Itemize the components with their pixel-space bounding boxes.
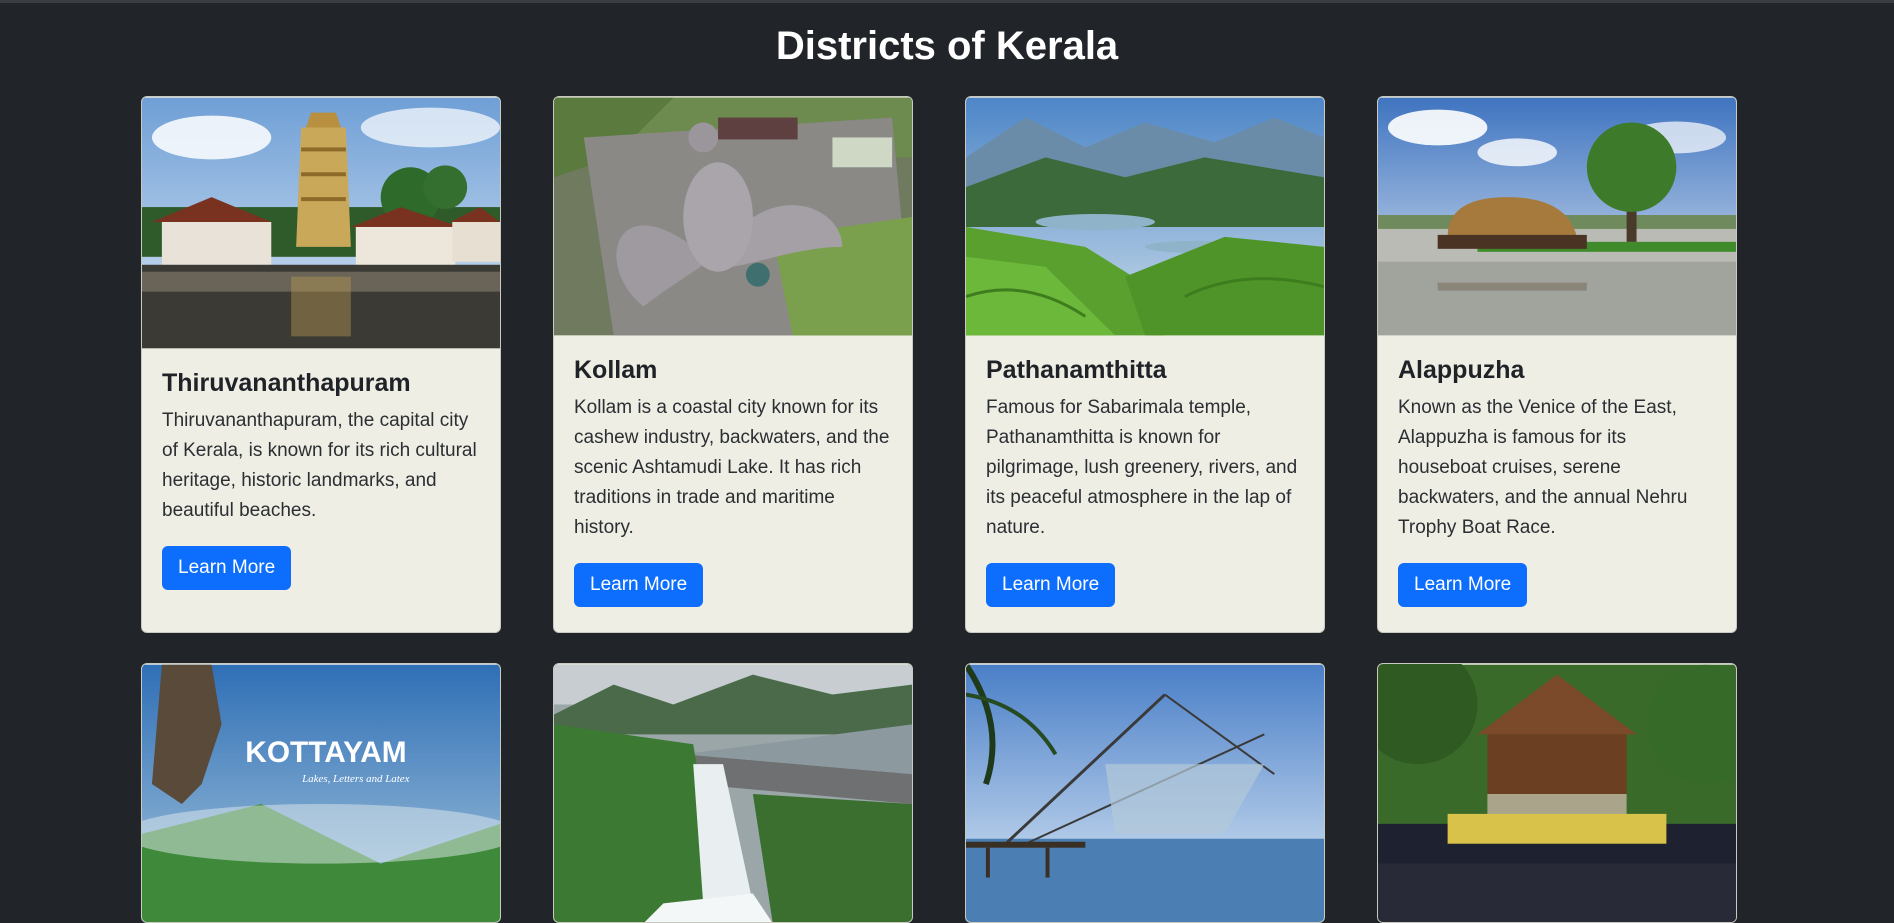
learn-more-button[interactable]: Learn More bbox=[162, 546, 292, 590]
district-card bbox=[965, 663, 1325, 923]
district-card: KOTTAYAM Lakes, Letters and Latex bbox=[141, 663, 501, 923]
kottayam-overlay-title: KOTTAYAM bbox=[245, 736, 406, 769]
learn-more-button[interactable]: Learn More bbox=[986, 563, 1116, 607]
district-card: Kollam Kollam is a coastal city known fo… bbox=[553, 96, 913, 633]
kottayam-poster-image: KOTTAYAM Lakes, Letters and Latex bbox=[142, 664, 500, 922]
bird-sculpture-image bbox=[554, 97, 912, 336]
card-description: Known as the Venice of the East, Alappuz… bbox=[1398, 397, 1688, 538]
card-title: Pathanamthitta bbox=[986, 356, 1167, 384]
temple-festival-image bbox=[1378, 664, 1736, 922]
district-card: Alappuzha Known as the Venice of the Eas… bbox=[1377, 96, 1737, 633]
card-title: Kollam bbox=[574, 356, 658, 384]
page-title: Districts of Kerala bbox=[775, 24, 1119, 68]
card-description: Thiruvananthapuram, the capital city of … bbox=[162, 410, 477, 521]
houseboat-image bbox=[1378, 97, 1736, 336]
tea-hills-image bbox=[966, 97, 1324, 336]
learn-more-button[interactable]: Learn More bbox=[574, 563, 704, 607]
temple-pond-image bbox=[142, 97, 500, 349]
district-card bbox=[1377, 663, 1737, 923]
district-card bbox=[553, 663, 913, 923]
district-card: Thiruvananthapuram Thiruvananthapuram, t… bbox=[141, 96, 501, 633]
district-card-grid: Thiruvananthapuram Thiruvananthapuram, t… bbox=[141, 96, 1738, 923]
district-card: Pathanamthitta Famous for Sabarimala tem… bbox=[965, 96, 1325, 633]
card-title: Thiruvananthapuram bbox=[162, 369, 411, 397]
card-title: Alappuzha bbox=[1398, 356, 1525, 384]
learn-more-button[interactable]: Learn More bbox=[1398, 563, 1528, 607]
chinese-fishing-net-image bbox=[966, 664, 1324, 922]
card-description: Famous for Sabarimala temple, Pathanamth… bbox=[986, 397, 1298, 538]
kottayam-overlay-subtitle: Lakes, Letters and Latex bbox=[301, 773, 410, 785]
card-description: Kollam is a coastal city known for its c… bbox=[574, 397, 890, 538]
dam-image bbox=[554, 664, 912, 922]
